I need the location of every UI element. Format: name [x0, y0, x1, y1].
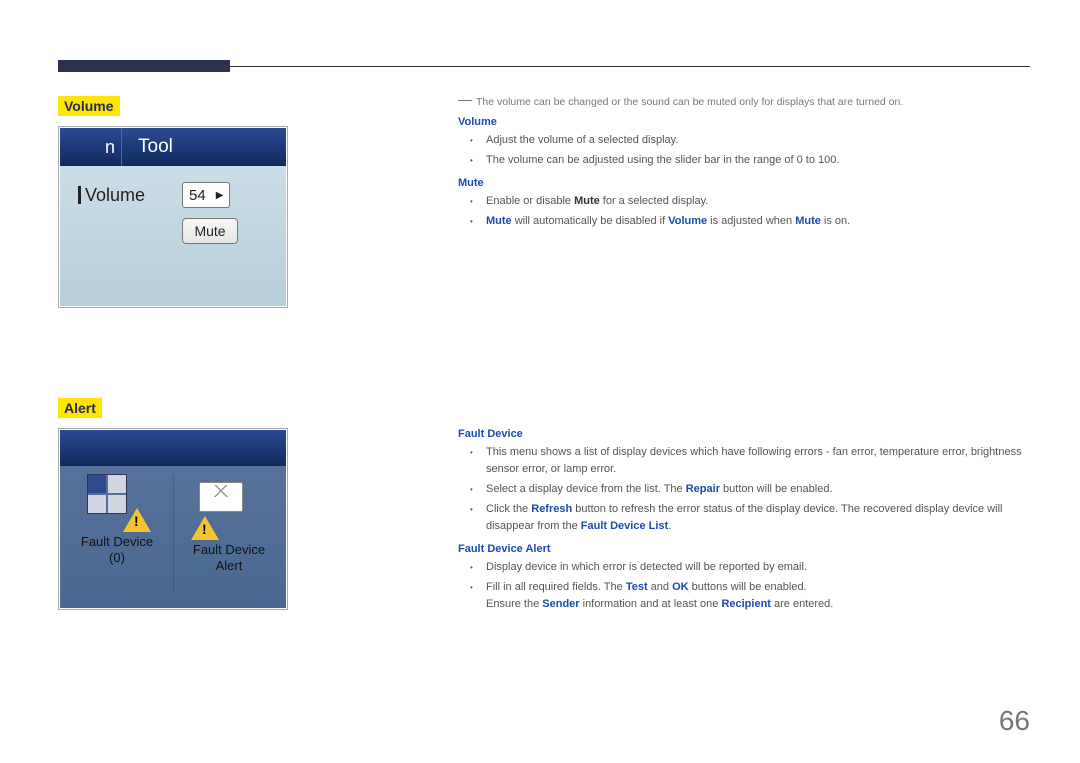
mute-bullet-2: Mute will automatically be disabled if V…	[476, 213, 1036, 230]
fd-bullet-3: Click the Refresh button to refresh the …	[476, 501, 1036, 535]
volume-stepper[interactable]: 54 ▶	[182, 182, 230, 208]
alert-section-heading: Alert	[58, 398, 102, 418]
mute-subheading: Mute	[458, 177, 1036, 189]
page-number: 66	[999, 705, 1030, 737]
fda-bullet-2: Fill in all required fields. The Test an…	[476, 579, 1036, 613]
fda-bullet-1: Display device in which error is detecte…	[476, 559, 1036, 576]
fault-device-subheading: Fault Device	[458, 428, 1036, 440]
header-divider	[58, 66, 1030, 67]
warning-icon	[123, 508, 151, 532]
right-column-alert: Fault Device This menu shows a list of d…	[458, 420, 1036, 617]
volume-section-heading: Volume	[58, 96, 120, 116]
fault-device-icon	[87, 474, 127, 514]
fd-bullet-2: Select a display device from the list. T…	[476, 481, 1036, 498]
tab-tool[interactable]: Tool	[122, 128, 286, 166]
volume-subheading: Volume	[458, 116, 1036, 128]
alert-screenshot: Fault Device(0) Fault DeviceAlert	[58, 428, 288, 610]
alert-tab-bar	[60, 430, 286, 466]
volume-label: Volume	[78, 185, 174, 206]
tab-bar: n Tool	[60, 128, 286, 166]
fault-device-button[interactable]: Fault Device(0)	[63, 474, 171, 608]
volume-value: 54	[189, 187, 206, 204]
warning-icon	[191, 516, 219, 540]
right-column-volume: The volume can be changed or the sound c…	[458, 96, 1036, 234]
volume-bullet-1: Adjust the volume of a selected display.	[476, 132, 1036, 149]
chevron-right-icon[interactable]: ▶	[216, 190, 224, 201]
volume-bullet-2: The volume can be adjusted using the sli…	[476, 152, 1036, 169]
tab-previous[interactable]: n	[60, 128, 122, 166]
fault-device-alert-subheading: Fault Device Alert	[458, 543, 1036, 555]
fd-bullet-1: This menu shows a list of display device…	[476, 444, 1036, 478]
note-text: The volume can be changed or the sound c…	[458, 96, 1036, 108]
left-column: Volume n Tool Volume 54 ▶ Mute Alert	[58, 96, 328, 610]
envelope-icon	[199, 482, 243, 512]
fault-device-alert-button[interactable]: Fault DeviceAlert	[175, 474, 283, 608]
mute-bullet-1: Enable or disable Mute for a selected di…	[476, 193, 1036, 210]
mute-button[interactable]: Mute	[182, 218, 238, 244]
volume-screenshot: n Tool Volume 54 ▶ Mute	[58, 126, 288, 308]
